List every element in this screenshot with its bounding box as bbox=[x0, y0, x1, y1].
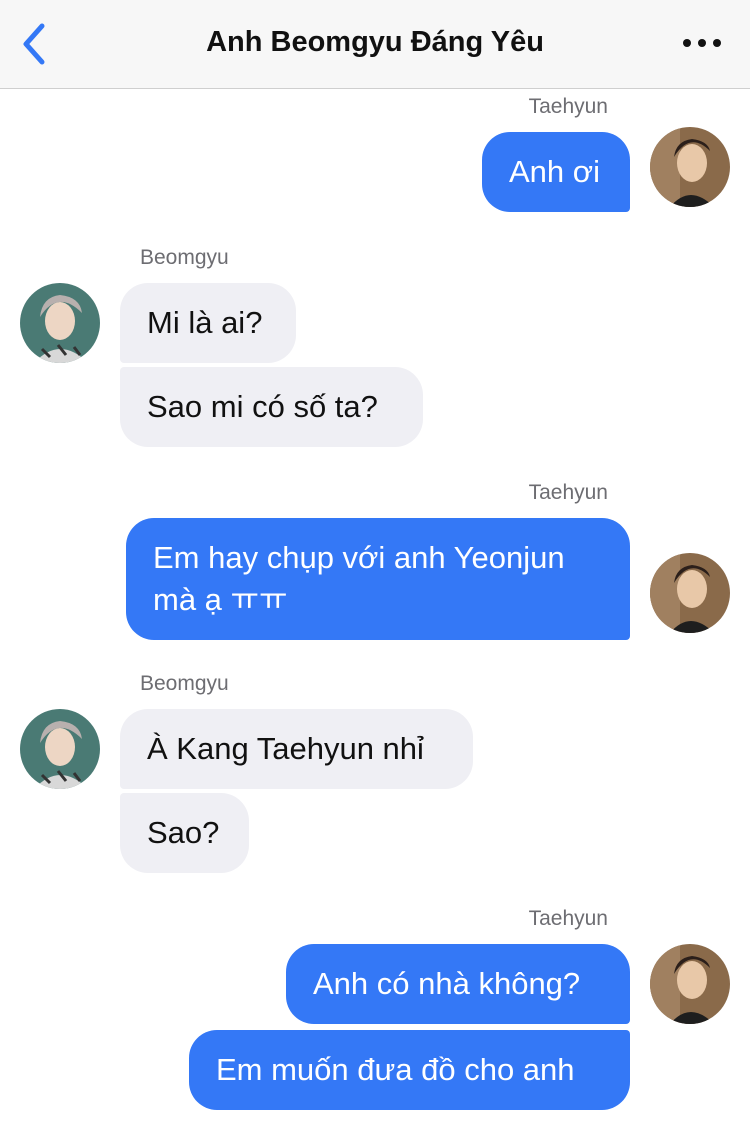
message-bubble-outgoing[interactable]: Em hay chụp với anh Yeonjun mà ạ ㅠㅠ bbox=[126, 518, 630, 640]
message-text: Sao mi có số ta? bbox=[147, 389, 378, 424]
avatar-taehyun[interactable] bbox=[650, 553, 730, 633]
chat-title[interactable]: Anh Beomgyu Đáng Yêu bbox=[0, 26, 750, 59]
avatar-beomgyu[interactable] bbox=[20, 283, 100, 363]
sender-name: Beomgyu bbox=[140, 246, 229, 269]
message-text: Mi là ai? bbox=[147, 305, 263, 340]
message-text: Em hay chụp với anh Yeonjun mà ạ ㅠㅠ bbox=[153, 540, 565, 617]
avatar-beomgyu[interactable] bbox=[20, 709, 100, 789]
message-bubble-outgoing[interactable]: Anh có nhà không? bbox=[286, 944, 630, 1024]
message-text: Anh ơi bbox=[509, 154, 600, 189]
message-bubble-incoming[interactable]: Mi là ai? bbox=[120, 283, 296, 363]
message-bubble-outgoing[interactable]: Anh ơi bbox=[482, 132, 630, 212]
message-text: Sao? bbox=[147, 815, 220, 850]
message-bubble-outgoing[interactable]: Em muốn đưa đồ cho anh bbox=[189, 1030, 630, 1110]
message-bubble-incoming[interactable]: À Kang Taehyun nhỉ bbox=[120, 709, 473, 789]
avatar-taehyun[interactable] bbox=[650, 127, 730, 207]
sender-name: Taehyun bbox=[528, 481, 608, 504]
more-button[interactable] bbox=[680, 30, 724, 56]
avatar-taehyun[interactable] bbox=[650, 944, 730, 1024]
message-text: Anh có nhà không? bbox=[313, 966, 581, 1001]
sender-name: Taehyun bbox=[528, 95, 608, 118]
message-text: À Kang Taehyun nhỉ bbox=[147, 731, 424, 766]
message-bubble-incoming[interactable]: Sao? bbox=[120, 793, 249, 873]
sender-name: Beomgyu bbox=[140, 672, 229, 695]
ellipsis-icon bbox=[683, 39, 721, 47]
message-text: Em muốn đưa đồ cho anh bbox=[216, 1052, 575, 1087]
chat-header: Anh Beomgyu Đáng Yêu bbox=[0, 0, 750, 89]
message-bubble-incoming[interactable]: Sao mi có số ta? bbox=[120, 367, 423, 447]
sender-name: Taehyun bbox=[528, 907, 608, 930]
